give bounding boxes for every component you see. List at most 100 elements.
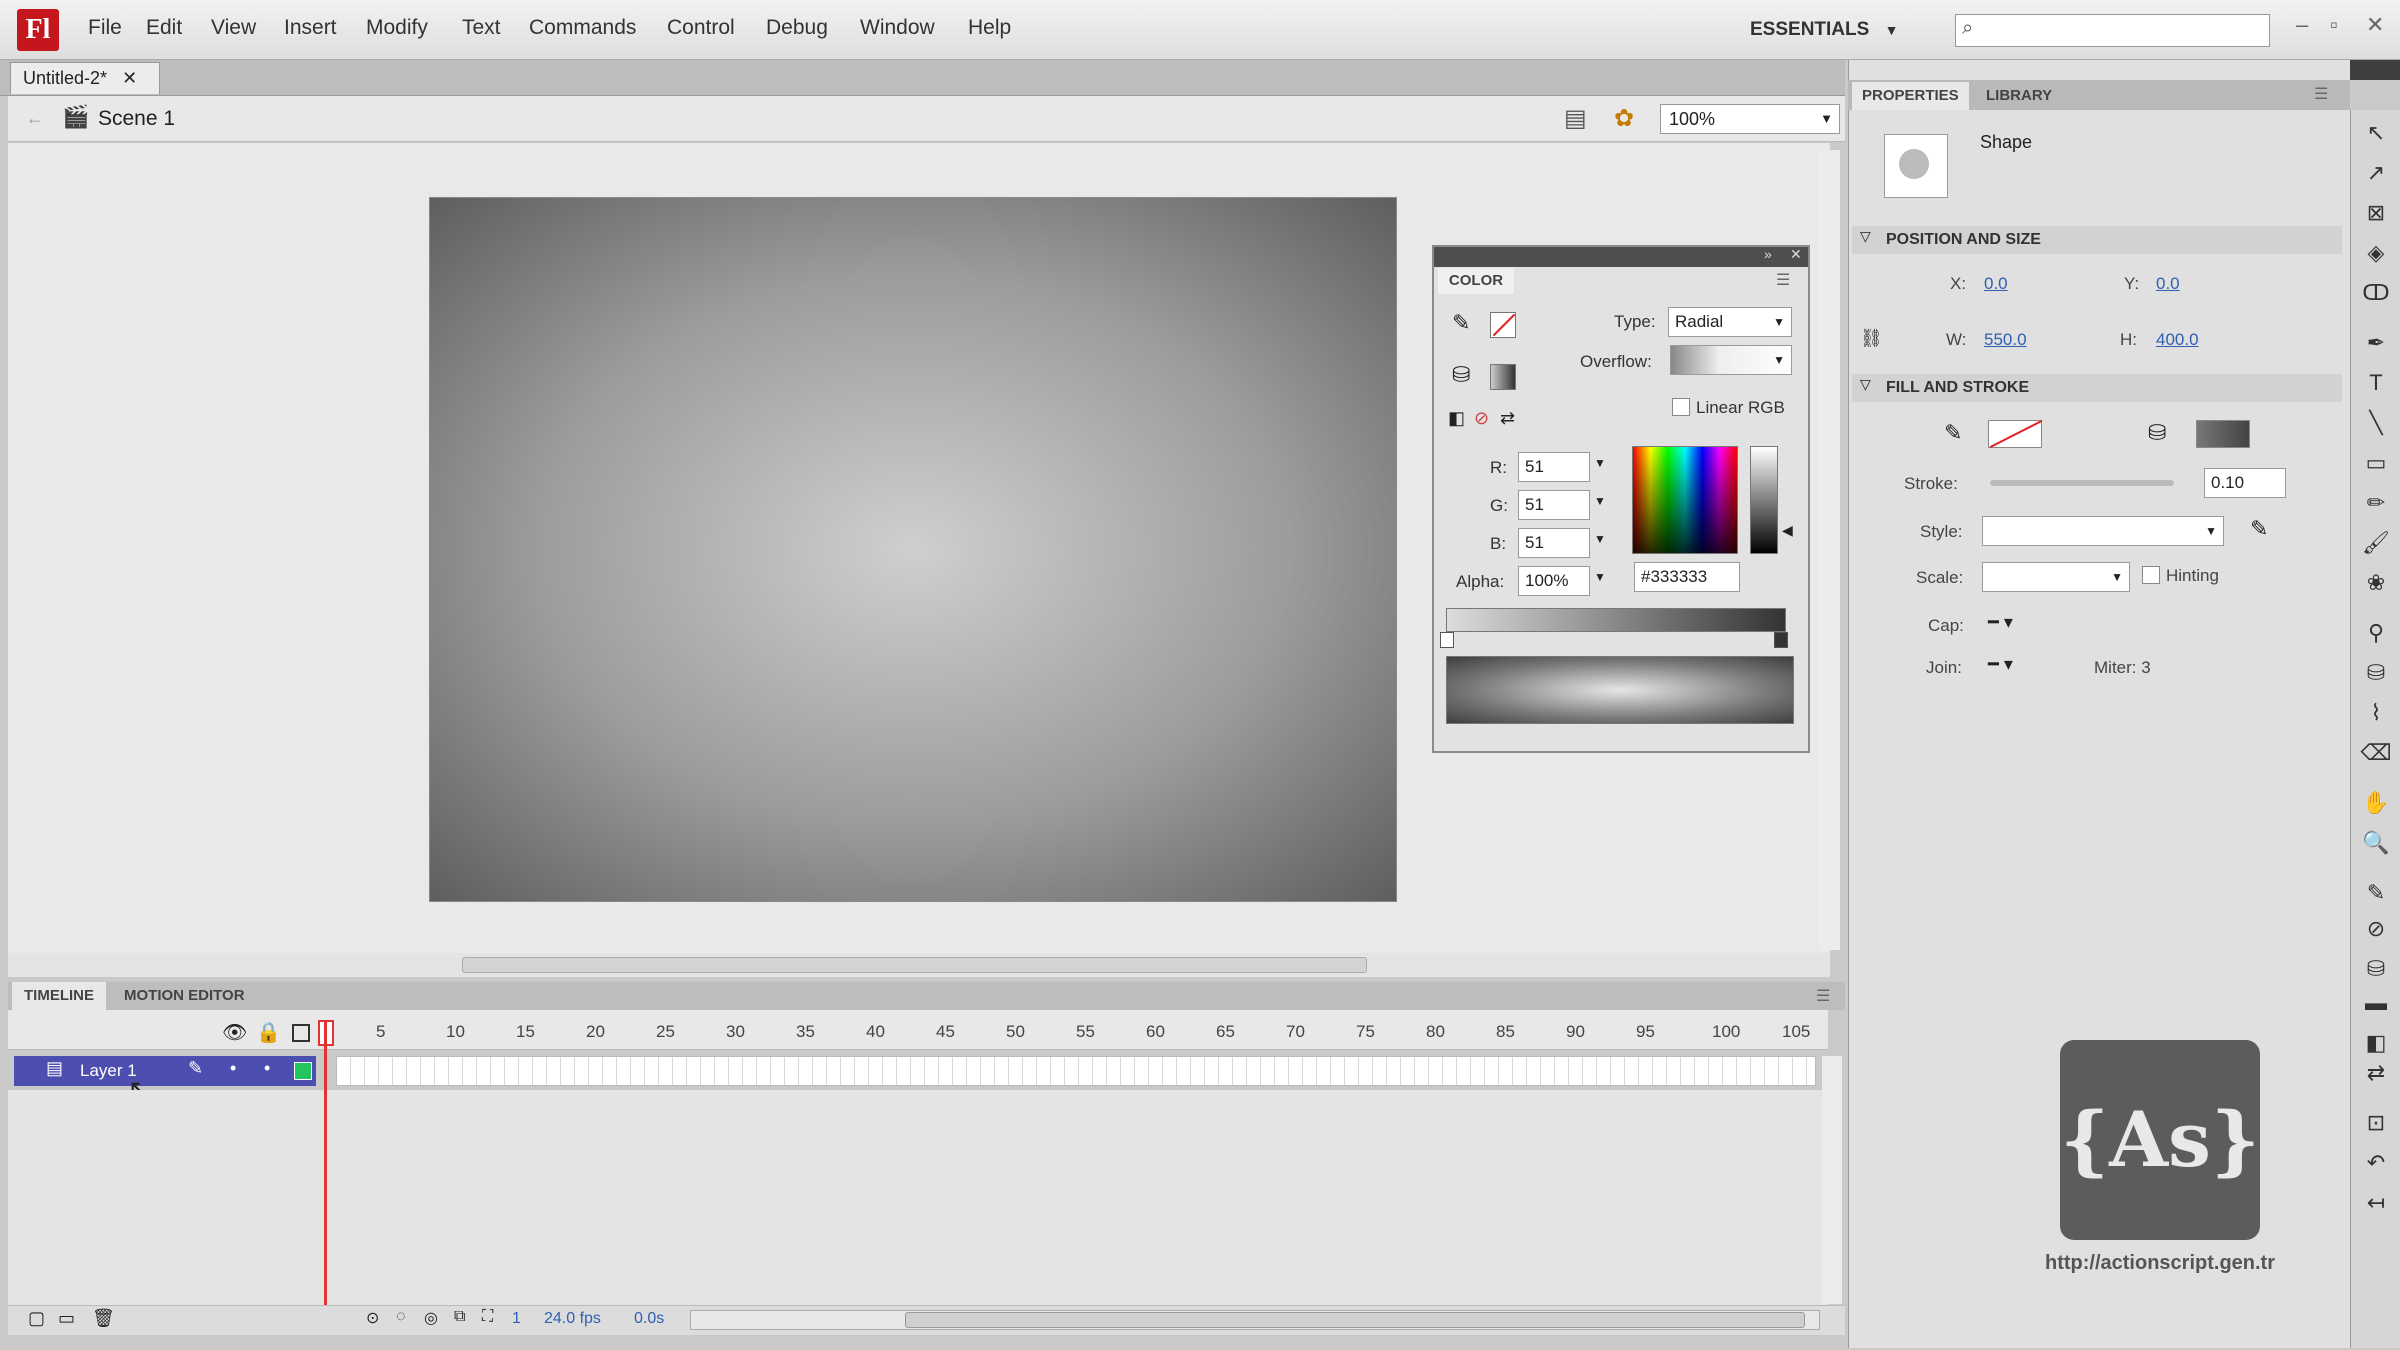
edit-symbols-icon[interactable]: ✿ bbox=[1614, 104, 1634, 133]
brush-tool-icon[interactable]: 🖌 bbox=[2360, 530, 2392, 560]
frame-number[interactable]: 70 bbox=[1286, 1022, 1305, 1042]
color-panel-tab[interactable]: COLOR bbox=[1438, 268, 1514, 294]
menu-edit[interactable]: Edit bbox=[146, 16, 182, 40]
menu-text[interactable]: Text bbox=[462, 16, 501, 40]
blue-input[interactable]: 51 bbox=[1518, 528, 1590, 558]
close-window-icon[interactable]: ✕ bbox=[2366, 12, 2384, 38]
scene-label[interactable]: Scene 1 bbox=[98, 107, 175, 131]
layer-frames[interactable] bbox=[336, 1056, 1816, 1086]
frame-number[interactable]: 90 bbox=[1566, 1022, 1585, 1042]
stroke-none-tool-icon[interactable]: ⊘ bbox=[2360, 916, 2392, 946]
eye-icon[interactable]: 👁 bbox=[222, 1020, 247, 1045]
frame-number[interactable]: 25 bbox=[656, 1022, 675, 1042]
paint-bucket-tool-icon[interactable]: ⛁ bbox=[2360, 660, 2392, 690]
gradient-definition-bar[interactable] bbox=[1446, 608, 1786, 632]
lock-icon[interactable]: 🔒 bbox=[256, 1020, 281, 1045]
red-input[interactable]: 51 bbox=[1518, 452, 1590, 482]
menu-debug[interactable]: Debug bbox=[766, 16, 828, 40]
onion-skin-outlines-icon[interactable]: ◎ bbox=[424, 1308, 438, 1328]
help-search-input[interactable]: ⌕ bbox=[1955, 14, 2270, 47]
pen-tool-icon[interactable]: ✒ bbox=[2360, 330, 2392, 360]
edit-stroke-style-icon[interactable]: ✎ bbox=[2250, 516, 2268, 542]
x-value[interactable]: 0.0 bbox=[1984, 274, 2008, 294]
frame-number[interactable]: 65 bbox=[1216, 1022, 1235, 1042]
fill-bucket-icon[interactable]: ⛁ bbox=[1452, 362, 1470, 388]
swap-colors-icon[interactable]: ⇄ bbox=[1500, 408, 1515, 429]
position-size-section[interactable]: POSITION AND SIZE bbox=[1852, 226, 2342, 254]
hinting-checkbox[interactable] bbox=[2142, 566, 2160, 584]
brightness-slider[interactable] bbox=[1750, 446, 1778, 554]
lock-dot-icon[interactable]: • bbox=[264, 1058, 270, 1079]
close-tab-icon[interactable]: ✕ bbox=[122, 68, 137, 88]
menu-help[interactable]: Help bbox=[968, 16, 1011, 40]
frame-number[interactable]: 50 bbox=[1006, 1022, 1025, 1042]
stroke-slider[interactable] bbox=[1990, 480, 2174, 486]
green-input[interactable]: 51 bbox=[1518, 490, 1590, 520]
outline-icon[interactable] bbox=[292, 1024, 310, 1042]
cap-select[interactable]: ━ ▾ bbox=[1988, 612, 2013, 633]
frame-number[interactable]: 85 bbox=[1496, 1022, 1515, 1042]
close-panel-icon[interactable]: ✕ bbox=[1790, 246, 1802, 263]
fill-stroke-section[interactable]: FILL AND STROKE bbox=[1852, 374, 2342, 402]
frame-number[interactable]: 5 bbox=[376, 1022, 385, 1042]
zoom-select[interactable]: 100% ▼ bbox=[1660, 104, 1840, 134]
menu-modify[interactable]: Modify bbox=[366, 16, 428, 40]
menu-commands[interactable]: Commands bbox=[529, 16, 636, 40]
frame-number[interactable]: 15 bbox=[516, 1022, 535, 1042]
frame-number[interactable]: 105 bbox=[1782, 1022, 1810, 1042]
hex-input[interactable]: #333333 bbox=[1634, 562, 1740, 592]
edit-scene-icon[interactable]: ▤ bbox=[1564, 104, 1587, 133]
panel-menu-icon[interactable]: ☰ bbox=[1776, 270, 1790, 290]
onion-skin-icon[interactable]: ◌ bbox=[396, 1308, 406, 1326]
color-spectrum-picker[interactable] bbox=[1632, 446, 1738, 554]
visibility-dot-icon[interactable]: • bbox=[230, 1058, 236, 1079]
frame-number[interactable]: 20 bbox=[586, 1022, 605, 1042]
brightness-pointer-icon[interactable]: ◀ bbox=[1782, 522, 1793, 539]
style-select[interactable]: ▼ bbox=[1982, 516, 2224, 546]
deco-tool-icon[interactable]: ❀ bbox=[2360, 570, 2392, 600]
type-select[interactable]: Radial ▼ bbox=[1668, 307, 1792, 337]
stroke-color-tool-icon[interactable]: ✎ bbox=[2360, 880, 2392, 910]
lasso-tool-icon[interactable]: ↀ bbox=[2360, 280, 2392, 310]
layer-outline-color[interactable] bbox=[294, 1062, 312, 1080]
subselection-tool-icon[interactable]: ↗ bbox=[2360, 160, 2392, 190]
tab-properties[interactable]: PROPERTIES bbox=[1852, 82, 1969, 110]
edit-multiple-frames-icon[interactable]: ⧉ bbox=[454, 1308, 465, 1326]
stroke-color-swatch[interactable] bbox=[1988, 419, 2043, 449]
black-white-icon[interactable]: ◧ bbox=[1448, 408, 1465, 429]
alpha-stepper-icon[interactable]: ▼ bbox=[1594, 570, 1606, 584]
frame-number[interactable]: 45 bbox=[936, 1022, 955, 1042]
eyedropper-tool-icon[interactable]: ⌇ bbox=[2360, 700, 2392, 730]
scale-select[interactable]: ▼ bbox=[1982, 562, 2130, 592]
collapse-icon[interactable]: » bbox=[1764, 246, 1772, 262]
stroke-none-swatch[interactable] bbox=[1490, 312, 1516, 338]
frame-number[interactable]: 80 bbox=[1426, 1022, 1445, 1042]
y-value[interactable]: 0.0 bbox=[2156, 274, 2180, 294]
linear-rgb-checkbox[interactable] bbox=[1672, 398, 1690, 416]
text-tool-icon[interactable]: T bbox=[2360, 370, 2392, 400]
rectangle-tool-icon[interactable]: ▭ bbox=[2360, 450, 2392, 480]
line-tool-icon[interactable]: ╲ bbox=[2360, 410, 2392, 440]
frame-number[interactable]: 55 bbox=[1076, 1022, 1095, 1042]
3d-rotation-tool-icon[interactable]: ◈ bbox=[2360, 240, 2392, 270]
no-color-icon[interactable]: ⊘ bbox=[1474, 408, 1489, 429]
straighten-icon[interactable]: ↤ bbox=[2360, 1190, 2392, 1220]
fill-swatch-tool-icon[interactable]: ▬ bbox=[2360, 990, 2392, 1020]
stage-vertical-scrollbar[interactable] bbox=[1818, 150, 1840, 950]
stroke-color-pencil-icon[interactable]: ✎ bbox=[1452, 310, 1470, 336]
panel-menu-icon[interactable]: ☰ bbox=[2314, 84, 2328, 104]
smooth-icon[interactable]: ↶ bbox=[2360, 1150, 2392, 1180]
menu-file[interactable]: File bbox=[88, 16, 122, 40]
back-arrow-icon[interactable]: ← bbox=[26, 108, 44, 129]
stage-horizontal-scroll-thumb[interactable] bbox=[462, 957, 1367, 973]
stroke-input[interactable]: 0.10 bbox=[2204, 468, 2286, 498]
free-transform-tool-icon[interactable]: ⊠ bbox=[2360, 200, 2392, 230]
alpha-input[interactable]: 100% bbox=[1518, 566, 1590, 596]
menu-window[interactable]: Window bbox=[860, 16, 935, 40]
join-select[interactable]: ━ ▾ bbox=[1988, 654, 2013, 675]
frame-number[interactable]: 40 bbox=[866, 1022, 885, 1042]
black-white-tool-icon[interactable]: ◧ bbox=[2360, 1030, 2392, 1060]
delete-layer-icon[interactable]: 🗑 bbox=[92, 1308, 115, 1329]
gradient-stop-left[interactable] bbox=[1440, 632, 1454, 648]
frame-number[interactable]: 35 bbox=[796, 1022, 815, 1042]
